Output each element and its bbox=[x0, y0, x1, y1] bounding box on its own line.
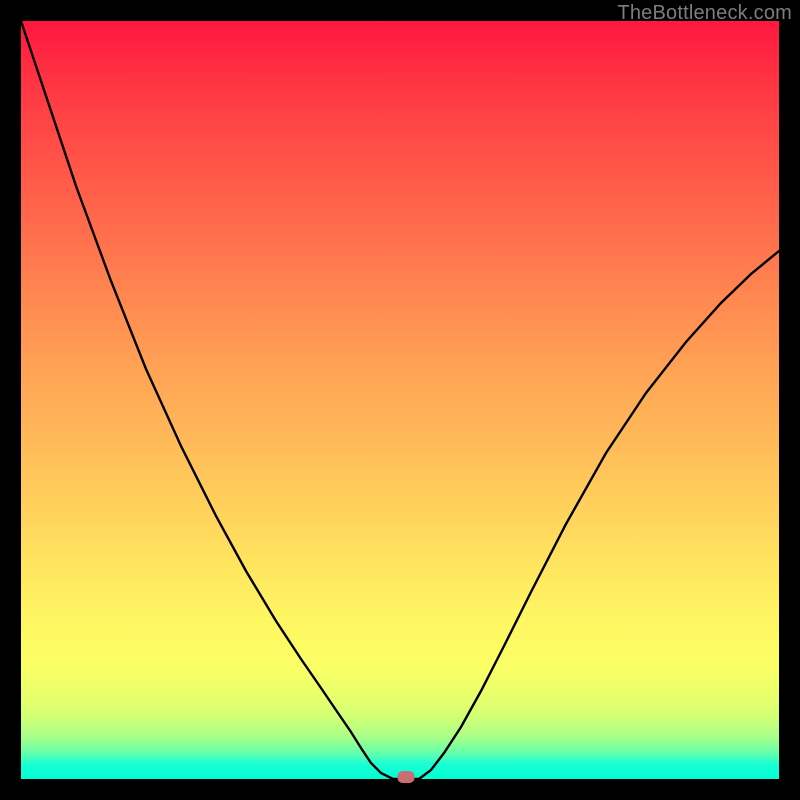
optimal-point-marker bbox=[398, 771, 415, 783]
bottleneck-curve bbox=[21, 21, 779, 779]
watermark-text: TheBottleneck.com bbox=[617, 2, 792, 25]
